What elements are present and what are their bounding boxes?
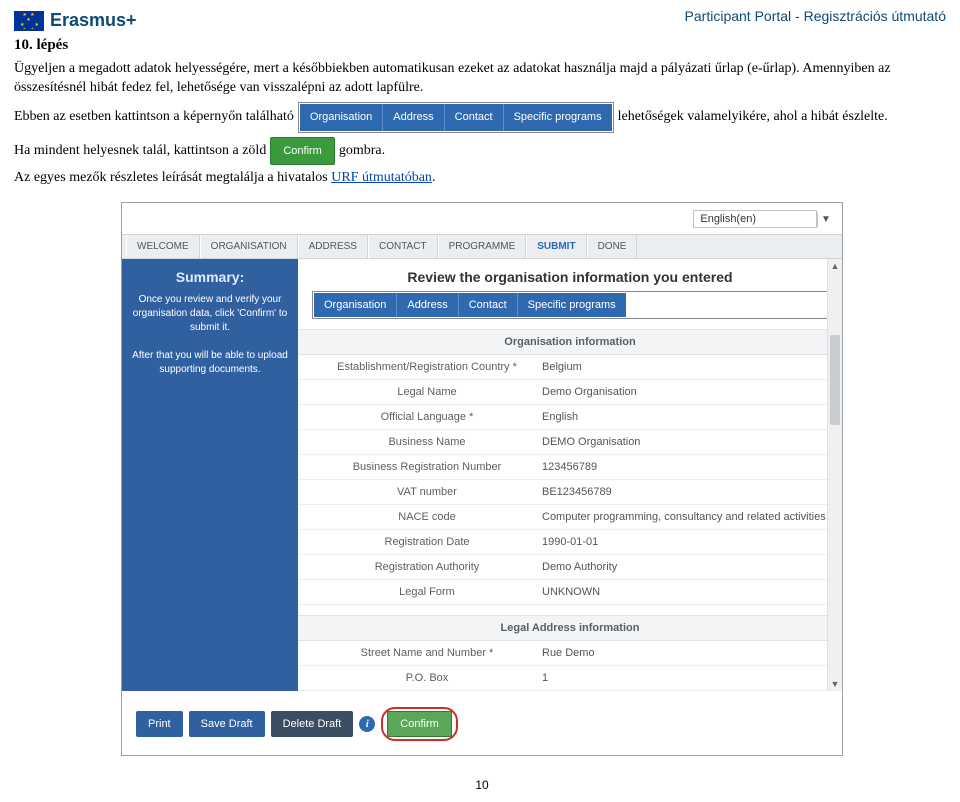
inner-tab-organisation[interactable]: Organisation xyxy=(314,293,397,317)
language-value: English(en) xyxy=(700,213,756,225)
row-pobox: P.O. Box1 xyxy=(298,666,842,691)
erasmus-logo-text: Erasmus+ xyxy=(50,10,137,31)
inline-blue-tabs: Organisation Address Contact Specific pr… xyxy=(298,102,614,133)
tab-address[interactable]: Address xyxy=(383,104,444,131)
header-right-text: Participant Portal - Regisztrációs útmut… xyxy=(685,8,946,24)
para2-pre: Az egyes mezők részletes leírását megtal… xyxy=(14,170,331,185)
row-bizname: Business NameDEMO Organisation xyxy=(298,430,842,455)
inner-tab-contact[interactable]: Contact xyxy=(459,293,518,317)
tab-specific-programs[interactable]: Specific programs xyxy=(504,104,612,131)
scrollbar[interactable]: ▲ ▼ xyxy=(827,259,842,691)
wizard-programme[interactable]: PROGRAMME xyxy=(438,235,527,258)
row-regauth: Registration AuthorityDemo Authority xyxy=(298,555,842,580)
section-org-info: Organisation information xyxy=(298,329,842,355)
embedded-screenshot: English(en) ▼ WELCOME ORGANISATION ADDRE… xyxy=(121,202,843,756)
inline1-post: lehetőségek valamelyikére, ahol a hibát … xyxy=(618,108,888,127)
section-legal-address: Legal Address information xyxy=(298,615,842,641)
row-vat: VAT numberBE123456789 xyxy=(298,480,842,505)
row-nace: NACE codeComputer programming, consultan… xyxy=(298,505,842,530)
scroll-down-icon[interactable]: ▼ xyxy=(828,677,842,691)
tab-contact[interactable]: Contact xyxy=(445,104,504,131)
confirm-pill[interactable]: Confirm xyxy=(270,137,335,166)
save-draft-button[interactable]: Save Draft xyxy=(189,711,265,737)
print-button[interactable]: Print xyxy=(136,711,183,737)
language-bar: English(en) ▼ xyxy=(122,203,842,234)
urf-link[interactable]: URF útmutatóban xyxy=(331,170,432,185)
wizard-done[interactable]: DONE xyxy=(587,235,638,258)
sidebar-p2: After that you will be able to upload su… xyxy=(132,349,288,377)
row-establishment: Establishment/Registration Country *Belg… xyxy=(298,355,842,380)
screenshot-wrapper: English(en) ▼ WELCOME ORGANISATION ADDRE… xyxy=(14,192,950,756)
inline2-post: gombra. xyxy=(339,142,385,161)
delete-draft-button[interactable]: Delete Draft xyxy=(271,711,354,737)
scroll-thumb[interactable] xyxy=(830,335,840,425)
page-number: 10 xyxy=(14,778,950,792)
sidebar-p1: Once you review and verify your organisa… xyxy=(132,293,288,335)
wizard-contact[interactable]: CONTACT xyxy=(368,235,438,258)
para2-post: . xyxy=(432,170,436,185)
step-heading: 10. lépés xyxy=(14,37,950,54)
row-legalname: Legal NameDemo Organisation xyxy=(298,380,842,405)
eu-flag-icon: ★ ★ ★★ ★★ ★ ★ xyxy=(14,11,44,31)
inner-blue-tabs: Organisation Address Contact Specific pr… xyxy=(298,291,842,319)
inner-tab-address[interactable]: Address xyxy=(397,293,458,317)
content-row: Summary: Once you review and verify your… xyxy=(122,259,842,691)
main-review-area: Review the organisation information you … xyxy=(298,259,842,691)
wizard-address[interactable]: ADDRESS xyxy=(298,235,368,258)
sidebar-title: Summary: xyxy=(132,269,288,285)
row-legalform: Legal FormUNKNOWN xyxy=(298,580,842,605)
row-lang: Official Language *English xyxy=(298,405,842,430)
wizard-organisation[interactable]: ORGANISATION xyxy=(200,235,298,258)
row-regnum: Business Registration Number123456789 xyxy=(298,455,842,480)
row-street: Street Name and Number *Rue Demo xyxy=(298,641,842,666)
language-select[interactable]: English(en) xyxy=(693,210,817,228)
document-page: Participant Portal - Regisztrációs útmut… xyxy=(0,0,960,802)
scroll-up-icon[interactable]: ▲ xyxy=(828,259,842,273)
inline1-pre: Ebben az esetben kattintson a képernyőn … xyxy=(14,108,294,127)
inline-row-confirm: Ha mindent helyesnek talál, kattintson a… xyxy=(14,137,950,166)
inline2-pre: Ha mindent helyesnek talál, kattintson a… xyxy=(14,142,266,161)
summary-sidebar: Summary: Once you review and verify your… xyxy=(122,259,298,691)
info-icon[interactable]: i xyxy=(359,716,375,732)
wizard-welcome[interactable]: WELCOME xyxy=(126,235,200,258)
row-regdate: Registration Date1990-01-01 xyxy=(298,530,842,555)
chevron-down-icon[interactable]: ▼ xyxy=(817,213,834,227)
review-title: Review the organisation information you … xyxy=(298,259,842,291)
wizard-submit[interactable]: SUBMIT xyxy=(526,235,586,258)
inner-tab-specific-programs[interactable]: Specific programs xyxy=(518,293,626,317)
inline-row-tabs: Ebben az esetben kattintson a képernyőn … xyxy=(14,102,950,133)
paragraph-1: Ügyeljen a megadott adatok helyességére,… xyxy=(14,60,950,98)
wizard-steps: WELCOME ORGANISATION ADDRESS CONTACT PRO… xyxy=(122,234,842,259)
tab-organisation[interactable]: Organisation xyxy=(300,104,383,131)
confirm-button[interactable]: Confirm xyxy=(387,711,452,737)
paragraph-2: Az egyes mezők részletes leírását megtal… xyxy=(14,169,950,188)
action-bar: Print Save Draft Delete Draft i Confirm xyxy=(122,691,842,755)
confirm-highlight-circle: Confirm xyxy=(381,707,458,741)
